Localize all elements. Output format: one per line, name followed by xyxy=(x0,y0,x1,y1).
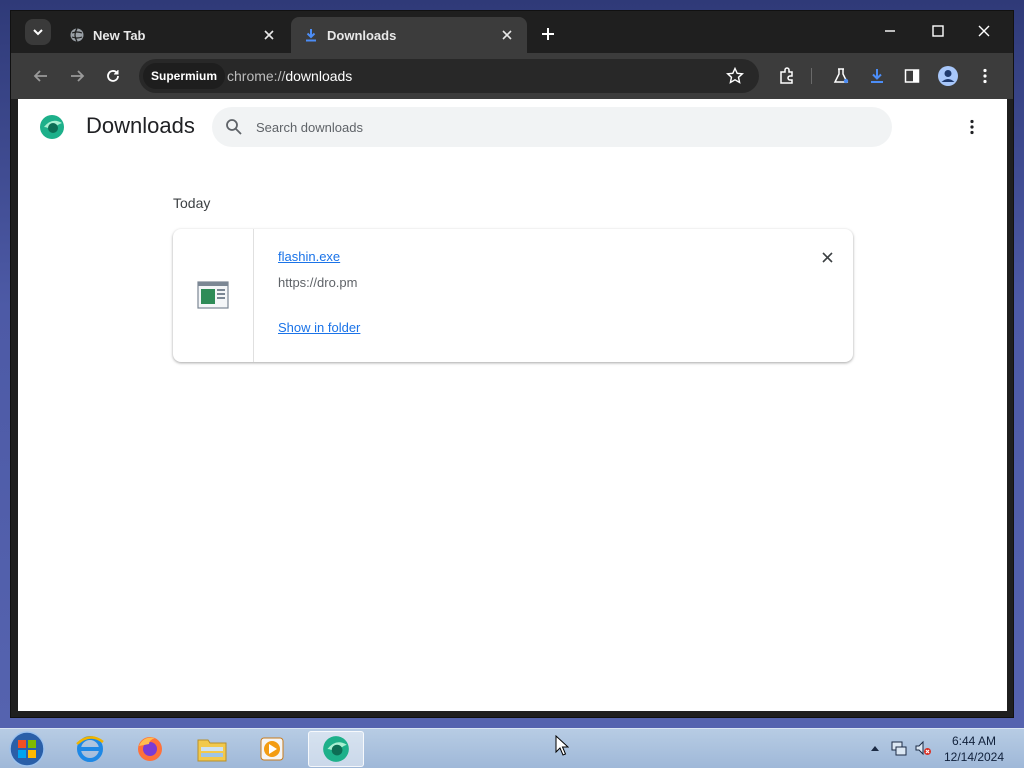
start-button[interactable] xyxy=(4,730,50,768)
taskbar-internet-explorer[interactable] xyxy=(62,731,118,767)
plus-icon xyxy=(542,28,554,40)
maximize-icon xyxy=(932,25,944,37)
close-tab-icon[interactable] xyxy=(261,27,277,43)
internet-explorer-icon xyxy=(76,736,104,762)
taskbar-supermium[interactable] xyxy=(308,731,364,767)
download-icon xyxy=(871,69,883,83)
close-tab-icon[interactable] xyxy=(499,27,515,43)
download-item: flashin.exe https://dro.pm Show in folde… xyxy=(173,229,853,362)
clock-time: 6:44 AM xyxy=(951,734,997,748)
url-text[interactable]: chrome://downloads xyxy=(227,59,352,93)
kebab-menu-icon xyxy=(970,119,974,135)
maximize-button[interactable] xyxy=(915,11,961,51)
browser-toolbar: Supermium chrome://downloads xyxy=(11,53,1013,99)
taskbar-firefox[interactable] xyxy=(122,731,178,767)
volume-muted-icon[interactable] xyxy=(914,739,932,757)
show-hidden-icons-button[interactable] xyxy=(868,741,882,755)
minimize-icon xyxy=(885,30,895,32)
show-in-folder-link[interactable]: Show in folder xyxy=(278,320,360,335)
globe-icon xyxy=(69,27,85,43)
address-bar[interactable]: Supermium chrome://downloads xyxy=(139,59,759,93)
downloads-page: Downloads Today flashin.e xyxy=(18,99,1007,711)
downloads-toolbar-button[interactable] xyxy=(865,64,889,88)
profile-avatar-icon xyxy=(938,66,958,86)
close-icon xyxy=(978,25,990,37)
remove-download-button[interactable] xyxy=(817,247,837,267)
extensions-button[interactable] xyxy=(775,64,799,88)
download-source-url: https://dro.pm xyxy=(278,275,358,290)
tab-downloads[interactable]: Downloads xyxy=(291,17,527,53)
profile-button[interactable] xyxy=(936,64,960,88)
supermium-icon xyxy=(323,736,349,762)
side-panel-icon xyxy=(904,69,920,83)
search-icon xyxy=(226,119,242,135)
tab-label: New Tab xyxy=(93,27,146,43)
reload-button[interactable] xyxy=(101,64,125,88)
toolbar-separator xyxy=(811,68,812,84)
clock-date: 12/14/2024 xyxy=(943,750,1005,764)
network-icon[interactable] xyxy=(890,739,908,757)
supermium-logo-icon xyxy=(40,115,64,139)
system-clock[interactable]: 6:44 AM 12/14/2024 xyxy=(938,733,1010,765)
browser-menu-button[interactable] xyxy=(973,64,997,88)
close-icon xyxy=(821,251,833,263)
executable-file-icon xyxy=(197,281,229,309)
tab-new-tab[interactable]: New Tab xyxy=(57,17,289,53)
labs-button[interactable] xyxy=(829,64,853,88)
mouse-pointer-icon xyxy=(555,735,569,756)
windows-logo-icon xyxy=(9,731,45,767)
url-host: downloads xyxy=(285,68,353,84)
page-title: Downloads xyxy=(86,113,195,138)
reload-icon xyxy=(107,70,119,82)
arrow-right-icon xyxy=(71,70,85,82)
close-window-button[interactable] xyxy=(961,11,1007,51)
search-input[interactable] xyxy=(256,107,856,147)
arrow-left-icon xyxy=(33,70,47,82)
chevron-down-icon xyxy=(33,29,43,36)
minimize-button[interactable] xyxy=(867,11,913,51)
flask-icon xyxy=(833,68,849,84)
tab-label: Downloads xyxy=(327,27,397,43)
back-button[interactable] xyxy=(29,64,53,88)
taskbar: 6:44 AM 12/14/2024 xyxy=(0,728,1024,768)
download-icon xyxy=(303,27,319,43)
firefox-icon xyxy=(138,737,162,761)
download-file-link[interactable]: flashin.exe xyxy=(278,249,340,264)
url-scheme: chrome:// xyxy=(227,68,286,84)
site-chip[interactable]: Supermium xyxy=(143,63,226,89)
chevron-up-icon xyxy=(871,746,879,751)
taskbar-media-player[interactable] xyxy=(244,731,300,767)
new-tab-button[interactable] xyxy=(537,23,559,45)
side-panel-button[interactable] xyxy=(900,64,924,88)
page-menu-button[interactable] xyxy=(962,117,982,137)
file-icon-column xyxy=(173,229,254,362)
file-explorer-icon xyxy=(197,739,227,762)
date-group-heading: Today xyxy=(173,195,211,211)
media-player-icon xyxy=(260,737,284,761)
kebab-menu-icon xyxy=(983,68,987,84)
page-header: Downloads xyxy=(18,99,1007,159)
search-box[interactable] xyxy=(212,107,892,147)
puzzle-icon xyxy=(780,67,793,84)
browser-window: New Tab Downloads Supermium chrome://dow… xyxy=(10,10,1014,718)
forward-button[interactable] xyxy=(65,64,89,88)
taskbar-file-explorer[interactable] xyxy=(184,731,240,767)
tab-search-button[interactable] xyxy=(25,19,51,45)
tab-strip: New Tab Downloads xyxy=(11,11,1013,53)
bookmark-star-icon[interactable] xyxy=(723,64,747,88)
